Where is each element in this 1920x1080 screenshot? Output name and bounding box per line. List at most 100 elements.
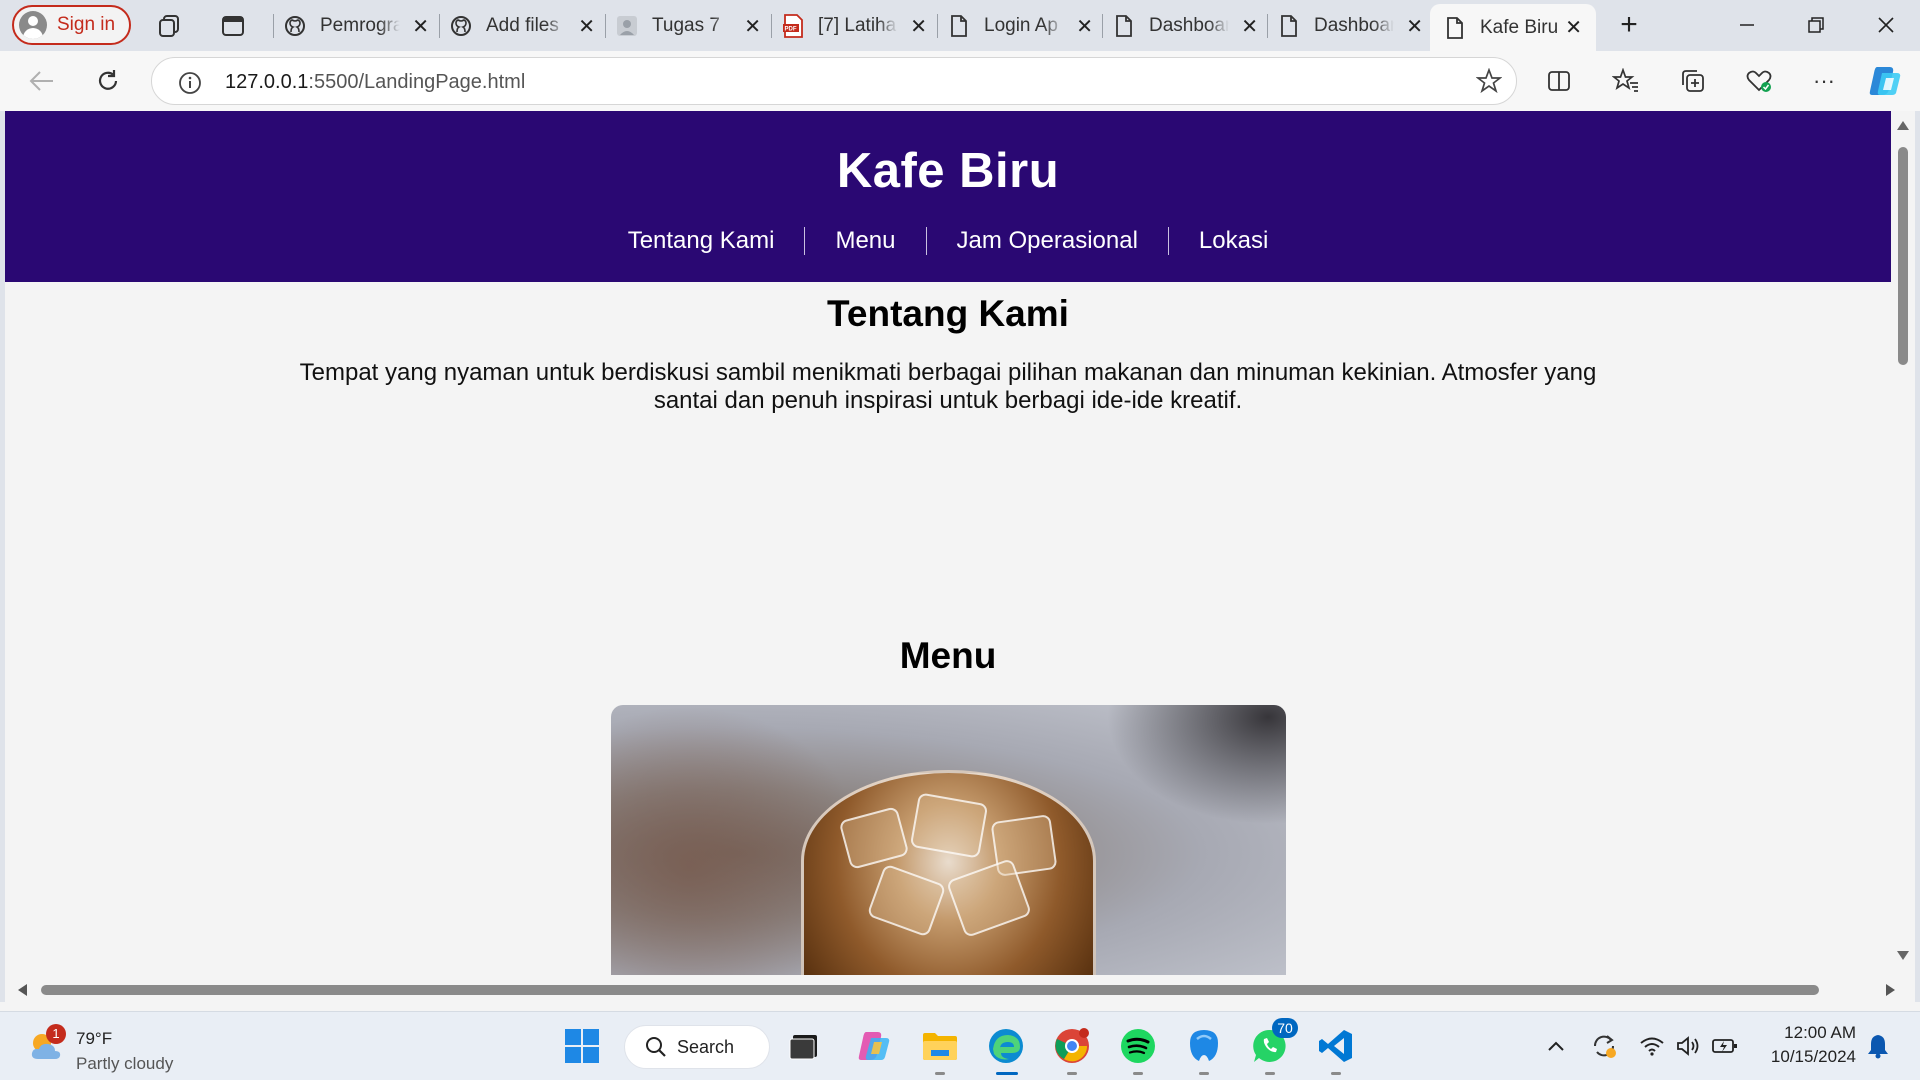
horizontal-scrollbar[interactable] [5,978,1915,1002]
menu-heading: Menu [899,635,997,676]
workspaces-icon[interactable] [154,10,186,42]
tab-latihan-pdf[interactable]: PDF [7] Latiha ✕ [782,6,927,46]
active-app-indicator [996,1072,1018,1075]
restore-icon[interactable] [1796,8,1836,42]
tab-login-app[interactable]: Login Ap ✕ [948,6,1093,46]
close-tab-icon[interactable]: ✕ [578,14,595,39]
search-icon [646,1037,666,1057]
weather-widget[interactable]: 1 79°F Partly cloudy [26,1021,236,1073]
collections-icon[interactable] [1675,63,1711,99]
nav-link-lokasi[interactable]: Lokasi [1169,227,1298,255]
show-hidden-icons-chevron-icon[interactable] [1540,1030,1572,1062]
browser-essentials-icon[interactable] [1741,63,1777,99]
iced-coffee-photo [610,705,1286,975]
split-screen-icon[interactable] [1541,63,1577,99]
pdf-icon: PDF [782,14,804,38]
notification-bell-icon[interactable] [1862,1030,1894,1062]
spotify-icon[interactable] [1116,1024,1160,1075]
clock-time: 12:00 AM [1784,1023,1856,1042]
site-info-icon[interactable] [178,71,202,100]
sign-in-button[interactable]: Sign in [12,5,131,45]
vertical-scrollbar[interactable] [1891,111,1915,978]
weather-temperature: 79°F [76,1029,113,1048]
running-indicator [1133,1072,1143,1075]
running-indicator [935,1072,945,1075]
tab-actions-icon[interactable] [217,10,249,42]
tab-kafe-biru[interactable]: Kafe Biru ✕ [1430,4,1596,51]
nav-link-menu[interactable]: Menu [805,227,925,255]
new-tab-icon[interactable]: + [1609,8,1649,42]
close-tab-icon[interactable]: ✕ [412,14,429,39]
chrome-icon[interactable] [1050,1024,1094,1075]
whatsapp-unread-badge: 70 [1272,1018,1298,1038]
file-explorer-icon[interactable] [918,1024,962,1075]
back-icon[interactable] [24,63,60,99]
svg-text:PDF: PDF [785,27,797,33]
tab-title: Add files [486,15,566,37]
vertical-scroll-thumb[interactable] [1898,147,1908,365]
whatsapp-icon[interactable]: 70 [1248,1018,1298,1075]
taskbar-search[interactable]: Search [624,1025,770,1069]
close-tab-icon[interactable]: ✕ [1241,14,1258,39]
close-tab-icon[interactable]: ✕ [1565,15,1582,40]
nav-link-tentang-kami[interactable]: Tentang Kami [598,227,805,255]
blue-app-icon[interactable] [1182,1024,1226,1075]
tab-title: [7] Latiha [818,15,898,37]
windows-taskbar: 1 79°F Partly cloudy Search 70 12:00 AM … [0,1011,1920,1080]
favorites-icon[interactable] [1608,63,1644,99]
close-tab-icon[interactable]: ✕ [744,14,761,39]
edge-browser-icon[interactable] [984,1024,1028,1075]
tab-title: Dashboar [1149,15,1229,37]
tab-title: Pemrogra [320,15,400,37]
vscode-icon[interactable] [1314,1024,1358,1075]
running-indicator [1265,1072,1275,1075]
scroll-left-arrow-icon[interactable] [18,984,27,996]
tab-tugas-7[interactable]: Tugas 7 ✕ [616,6,761,46]
volume-icon[interactable] [1672,1030,1704,1062]
github-icon [284,15,306,37]
about-section: Tentang Kami Tempat yang nyaman untuk be… [5,293,1891,415]
url-path: :5500/LandingPage.html [308,71,526,93]
tab-pemrograman[interactable]: Pemrogra ✕ [284,6,429,46]
document-icon [1113,15,1135,37]
minimize-icon[interactable] [1727,8,1767,42]
sign-in-label: Sign in [57,14,116,35]
scroll-up-arrow-icon[interactable] [1897,121,1909,130]
scroll-right-arrow-icon[interactable] [1886,984,1895,996]
refresh-icon[interactable] [90,63,126,99]
wifi-icon[interactable] [1636,1030,1668,1062]
sync-icon[interactable] [1588,1030,1620,1062]
battery-charging-icon[interactable] [1709,1030,1741,1062]
copilot-icon[interactable] [1867,63,1903,99]
tab-add-files[interactable]: Add files ✕ [450,6,595,46]
tab-title: Kafe Biru [1480,16,1559,38]
site-header: Kafe Biru Tentang Kami Menu Jam Operasio… [5,111,1891,282]
site-title: Kafe Biru [836,144,1060,198]
address-bar[interactable]: 127.0.0.1:5500/LandingPage.html [151,57,1517,105]
scroll-down-arrow-icon[interactable] [1897,951,1909,960]
nav-link-jam-operasional[interactable]: Jam Operasional [927,227,1168,255]
github-icon [450,15,472,37]
tab-dashboard-1[interactable]: Dashboar ✕ [1113,6,1258,46]
tab-dashboard-2[interactable]: Dashboar ✕ [1278,6,1423,46]
search-label: Search [677,1036,735,1057]
favorite-star-icon[interactable] [1475,67,1503,99]
window-frame-bottom [0,1002,1920,1011]
close-window-icon[interactable] [1866,8,1906,42]
copilot-app-icon[interactable] [852,1024,896,1068]
close-tab-icon[interactable]: ✕ [1406,14,1423,39]
start-button[interactable] [560,1024,604,1068]
close-tab-icon[interactable]: ✕ [1076,14,1093,39]
running-indicator [1331,1072,1341,1075]
horizontal-scroll-thumb[interactable] [41,985,1819,995]
more-options-icon[interactable]: ··· [1806,63,1842,99]
site-nav: Tentang Kami Menu Jam Operasional Lokasi [5,221,1891,261]
system-clock[interactable]: 12:00 AM 10/15/2024 [1750,1021,1856,1069]
close-tab-icon[interactable]: ✕ [910,14,927,39]
document-icon [1278,15,1300,37]
task-view-icon[interactable] [783,1024,827,1068]
page-viewport: Kafe Biru Tentang Kami Menu Jam Operasio… [5,111,1891,978]
url-text[interactable]: 127.0.0.1:5500/LandingPage.html [225,71,525,94]
profile-avatar-icon [19,11,47,39]
tab-title: Dashboar [1314,15,1394,37]
